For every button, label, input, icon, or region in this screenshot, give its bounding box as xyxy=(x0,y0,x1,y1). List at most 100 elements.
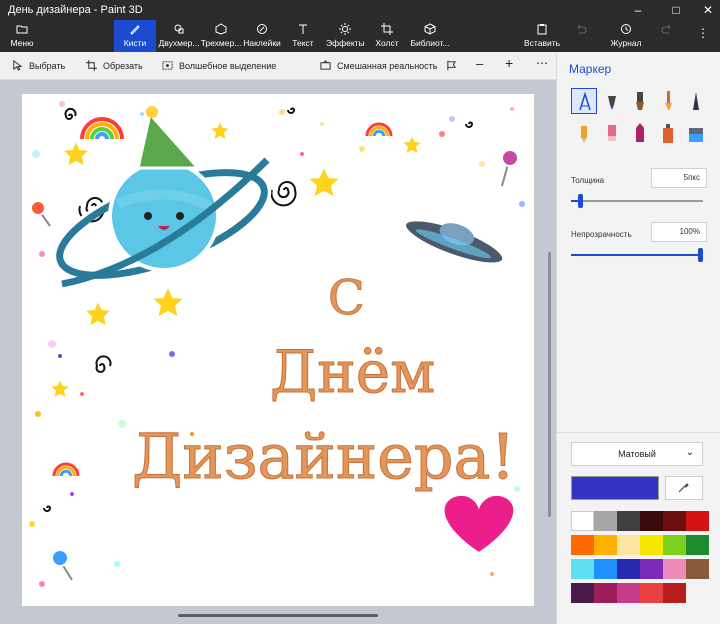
palette-swatch[interactable] xyxy=(686,535,709,555)
text-icon xyxy=(286,23,320,37)
palette-swatch[interactable] xyxy=(686,559,709,579)
brush-spray-can[interactable] xyxy=(655,120,681,146)
close-button[interactable]: ✕ xyxy=(692,0,720,20)
maximize-button[interactable]: □ xyxy=(660,0,692,20)
brush-watercolor[interactable] xyxy=(655,88,681,114)
menu-button[interactable]: Меню xyxy=(4,20,40,52)
brush-crayon[interactable] xyxy=(627,120,653,146)
tab-effects[interactable]: Эффекты xyxy=(326,20,365,52)
view-button[interactable] xyxy=(446,60,463,71)
paste-button[interactable]: Вставить xyxy=(524,20,560,52)
palette-swatch[interactable] xyxy=(594,535,617,555)
opacity-slider-thumb[interactable] xyxy=(698,248,703,262)
mixed-reality-button[interactable]: Смешанная реальность xyxy=(320,60,437,71)
ufo-sticker xyxy=(404,219,505,265)
brush-oil[interactable] xyxy=(627,88,653,114)
greeting-line-1: С xyxy=(328,270,366,327)
tab-library[interactable]: Библиот... xyxy=(408,20,452,52)
brush-pixel-pen[interactable] xyxy=(683,88,709,114)
palette-swatch[interactable] xyxy=(640,535,663,555)
tab-canvas[interactable]: Холст xyxy=(370,20,404,52)
palette-swatch[interactable] xyxy=(617,559,640,579)
palette-swatch[interactable] xyxy=(617,535,640,555)
drawing-canvas[interactable]: С Днём Дизайнера! xyxy=(22,94,534,606)
eyedropper-icon xyxy=(678,483,689,493)
thickness-slider-thumb[interactable] xyxy=(577,194,583,208)
opacity-slider[interactable] xyxy=(571,248,703,262)
rainbow-sticker xyxy=(80,117,124,140)
opacity-input[interactable]: 100% xyxy=(651,222,707,242)
cursor-icon xyxy=(13,60,23,71)
select-button[interactable]: Выбрать xyxy=(12,60,65,71)
palette-swatch[interactable] xyxy=(663,559,686,579)
palette-swatch[interactable] xyxy=(617,583,640,603)
brush-calligraphy-pen[interactable] xyxy=(599,88,625,114)
tab-brushes[interactable]: Кисти xyxy=(114,20,156,52)
finish-dropdown-value: Матовый xyxy=(618,449,656,459)
history-button[interactable]: Журнал xyxy=(608,20,644,52)
palette-swatch[interactable] xyxy=(686,511,709,531)
palette-swatch[interactable] xyxy=(571,511,594,531)
zoom-in-button[interactable]: + xyxy=(505,55,513,71)
palette-swatch[interactable] xyxy=(571,583,594,603)
flag-icon xyxy=(447,60,457,71)
brush-eraser[interactable] xyxy=(599,120,625,146)
tab-effects-label: Эффекты xyxy=(326,38,365,48)
redo-button[interactable] xyxy=(652,20,682,52)
brush-icon xyxy=(114,23,156,37)
brush-fill[interactable] xyxy=(683,120,709,146)
zoom-out-button[interactable]: – xyxy=(476,56,483,71)
palette-swatch[interactable] xyxy=(663,511,686,531)
sticker-icon xyxy=(242,23,282,37)
tab-brushes-label: Кисти xyxy=(123,38,147,48)
brush-marker[interactable] xyxy=(571,88,597,114)
tab-stickers-label: Наклейки xyxy=(243,38,281,48)
opacity-label: Непрозрачность xyxy=(571,230,632,239)
palette-swatch[interactable] xyxy=(663,583,686,603)
more-icon: ⋮ xyxy=(697,26,709,40)
add-color-swatch[interactable] xyxy=(686,583,709,603)
palette-swatch[interactable] xyxy=(640,511,663,531)
tab-3d-shapes-label: Трехмер... xyxy=(200,38,242,48)
current-color-swatch[interactable] xyxy=(571,476,659,500)
tab-2d-shapes[interactable]: Двухмер... xyxy=(158,20,200,52)
palette-swatch[interactable] xyxy=(571,535,594,555)
crop-button[interactable]: Обрезать xyxy=(86,60,143,71)
thickness-input[interactable]: 5пкс xyxy=(651,168,707,188)
palette-swatch[interactable] xyxy=(640,583,663,603)
palette-swatch[interactable] xyxy=(594,511,617,531)
eraser-icon xyxy=(608,125,616,141)
minimize-button[interactable]: – xyxy=(622,0,654,20)
greeting-line-2: Днём xyxy=(269,338,436,407)
undo-button[interactable] xyxy=(566,20,596,52)
crayon-icon xyxy=(636,123,644,142)
palette-swatch[interactable] xyxy=(617,511,640,531)
tab-text[interactable]: Текст xyxy=(286,20,320,52)
palette-swatch[interactable] xyxy=(640,559,663,579)
thickness-slider[interactable] xyxy=(571,194,703,208)
greeting-line-3: Дизайнера! xyxy=(131,420,516,494)
brush-panel: Маркер Толщина 5пкс Непрозрачность 100% xyxy=(556,52,720,624)
palette-swatch[interactable] xyxy=(663,535,686,555)
calligraphy-pen-icon xyxy=(608,96,616,110)
tab-2d-shapes-label: Двухмер... xyxy=(158,38,200,48)
palette-swatch[interactable] xyxy=(594,583,617,603)
more-options-button[interactable]: ⋮ xyxy=(690,20,716,52)
palette-swatch[interactable] xyxy=(594,559,617,579)
horizontal-scrollbar[interactable] xyxy=(178,614,378,617)
palette-swatch[interactable] xyxy=(571,559,594,579)
eyedropper-button[interactable] xyxy=(665,476,703,500)
tab-3d-shapes[interactable]: Трехмер... xyxy=(200,20,242,52)
ribbon: Меню Кисти Двухмер... Трехмер... Наклейк… xyxy=(0,20,720,52)
oil-brush-icon xyxy=(636,92,644,110)
tab-stickers[interactable]: Наклейки xyxy=(242,20,282,52)
magic-select-label: Волшебное выделение xyxy=(179,61,277,71)
vertical-scrollbar[interactable] xyxy=(548,252,551,517)
brush-pencil[interactable] xyxy=(571,120,597,146)
crop-label: Обрезать xyxy=(103,61,143,71)
finish-dropdown[interactable]: Матовый ⌄ xyxy=(571,442,703,466)
clipboard-icon xyxy=(524,23,560,37)
toolbar: Выбрать Обрезать Волшебное выделение Сме… xyxy=(0,52,556,80)
magic-select-button[interactable]: Волшебное выделение xyxy=(162,60,276,71)
more-toolbar-button[interactable]: ⋯ xyxy=(536,56,548,70)
